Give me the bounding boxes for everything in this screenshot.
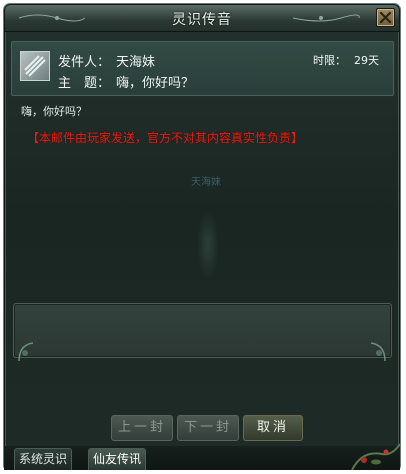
mail-body: 嗨，你好吗？ (21, 105, 87, 118)
close-x-icon (379, 11, 392, 24)
mail-header: 发件人： 天海妹 主 题： 嗨，你好吗？ 时限： 29天 (11, 41, 394, 96)
attachment-area[interactable] (13, 303, 392, 358)
background-character (197, 210, 219, 280)
cancel-button[interactable]: 取消 (243, 415, 303, 441)
expire-value: 29天 (354, 54, 379, 67)
next-mail-button[interactable]: 下一封 (177, 415, 239, 441)
expire-row: 时限： 29天 (313, 52, 379, 68)
tab-system-mail[interactable]: 系统灵识 (14, 448, 73, 470)
subject-text: 嗨，你好吗？ (116, 76, 195, 91)
mail-scroll-icon (20, 51, 50, 81)
sender-label: 发件人： (58, 55, 111, 70)
mail-window: 灵识传音 发件人： 天海妹 主 题： 嗨，你好吗？ 时限： 29天 嗨，你好吗？ 【本… (4, 4, 400, 468)
close-button[interactable] (376, 8, 395, 27)
official-disclaimer: 【本邮件由玩家发送，官方不对其内容真实性负责】 (27, 131, 304, 145)
tab-friend-mail[interactable]: 仙友传讯 (88, 448, 147, 470)
corner-ornament-left-icon (18, 342, 34, 362)
mail-tab-bar: 系统灵识 仙友传讯 (4, 446, 400, 470)
plant-decoration-icon (351, 443, 401, 470)
sender-row: 发件人： 天海妹 (58, 51, 155, 70)
sender-name: 天海妹 (116, 55, 156, 70)
background-ghost-label: 天海妹 (191, 177, 221, 188)
subject-row: 主 题： 嗨，你好吗？ (58, 72, 194, 91)
title-bar[interactable]: 灵识传音 (5, 5, 399, 32)
corner-ornament-right-icon (370, 342, 386, 362)
subject-label: 主 题： (58, 76, 111, 91)
title-ornament-right-icon (292, 14, 360, 22)
expire-label: 时限： (313, 54, 346, 67)
previous-mail-button[interactable]: 上一封 (111, 415, 173, 441)
